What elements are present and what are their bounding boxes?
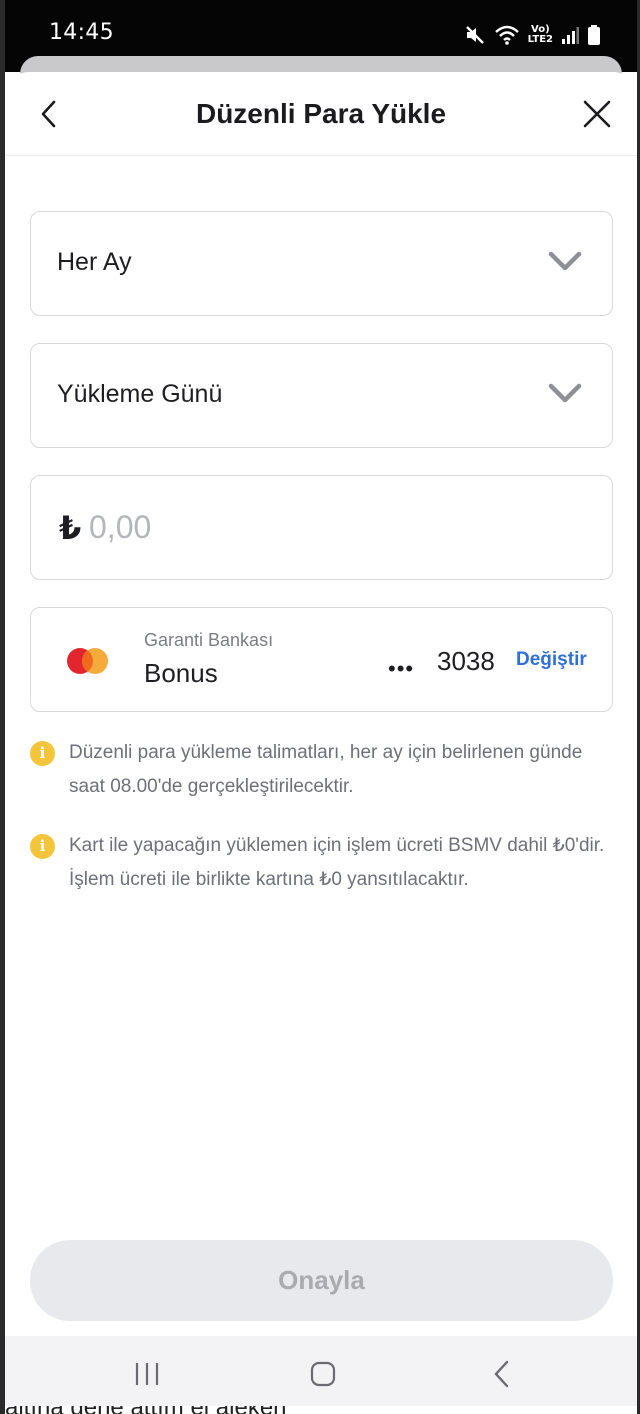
system-navigation-bar	[5, 1336, 637, 1406]
sheet-header: Düzenli Para Yükle	[5, 72, 637, 156]
confirm-button[interactable]: Onayla	[30, 1240, 613, 1321]
amount-input[interactable]: ₺ 0,00	[30, 475, 613, 580]
card-name: Bonus	[144, 658, 218, 688]
frame-edge-left	[0, 0, 5, 1414]
chevron-down-icon	[548, 383, 582, 403]
recent-apps-icon	[135, 1363, 159, 1385]
frequency-select[interactable]: Her Ay	[30, 211, 613, 316]
info-icon: i	[30, 741, 55, 766]
bottom-text-strip: altına gene attım el aleken	[5, 1406, 637, 1414]
currency-symbol: ₺	[59, 510, 82, 546]
info-note-text: Düzenli para yükleme talimatları, her ay…	[69, 742, 583, 797]
home-icon	[310, 1361, 336, 1387]
app-frame: 14:45 Vo) LTE2 Düzenli Para Yükle Her Ay…	[0, 0, 640, 1414]
battery-icon	[588, 25, 600, 45]
wifi-icon	[494, 25, 519, 45]
day-select-value: Yükleme Günü	[57, 380, 223, 408]
close-button[interactable]	[577, 94, 617, 134]
mute-icon	[465, 26, 484, 44]
change-card-link[interactable]: Değiştir	[516, 649, 587, 671]
status-icons: Vo) LTE2	[464, 20, 601, 50]
close-icon	[583, 100, 611, 128]
home-button[interactable]	[303, 1354, 343, 1394]
card-last-digits: 3038	[437, 646, 495, 676]
frequency-select-value: Her Ay	[57, 248, 132, 276]
network-label-bottom: LTE2	[527, 34, 553, 45]
network-type: Vo) LTE2	[528, 25, 553, 45]
page-title: Düzenli Para Yükle	[195, 98, 447, 129]
signal-icon	[562, 27, 579, 44]
status-time: 14:45	[49, 20, 114, 45]
amount-placeholder: 0,00	[89, 509, 152, 545]
info-note-text: Kart ile yapacağın yüklemen için işlem ü…	[69, 835, 605, 890]
recent-apps-button[interactable]	[127, 1354, 167, 1394]
card-bank-name: Garanti Bankası	[144, 630, 274, 650]
chevron-left-icon	[494, 1360, 509, 1388]
chevron-down-icon	[548, 251, 582, 271]
bottom-text: altına gene attım el aleken	[5, 1406, 287, 1414]
card-masked-prefix: •••	[388, 656, 415, 681]
card-selector[interactable]: Garanti Bankası Bonus ••• 3038 Değiştir	[30, 607, 613, 712]
mastercard-logo	[67, 648, 108, 674]
info-icon: i	[30, 834, 55, 859]
system-back-button[interactable]	[482, 1354, 522, 1394]
bottom-sheet: Düzenli Para Yükle Her Ay Yükleme Günü ₺…	[5, 72, 637, 1336]
day-select[interactable]: Yükleme Günü	[30, 343, 613, 448]
